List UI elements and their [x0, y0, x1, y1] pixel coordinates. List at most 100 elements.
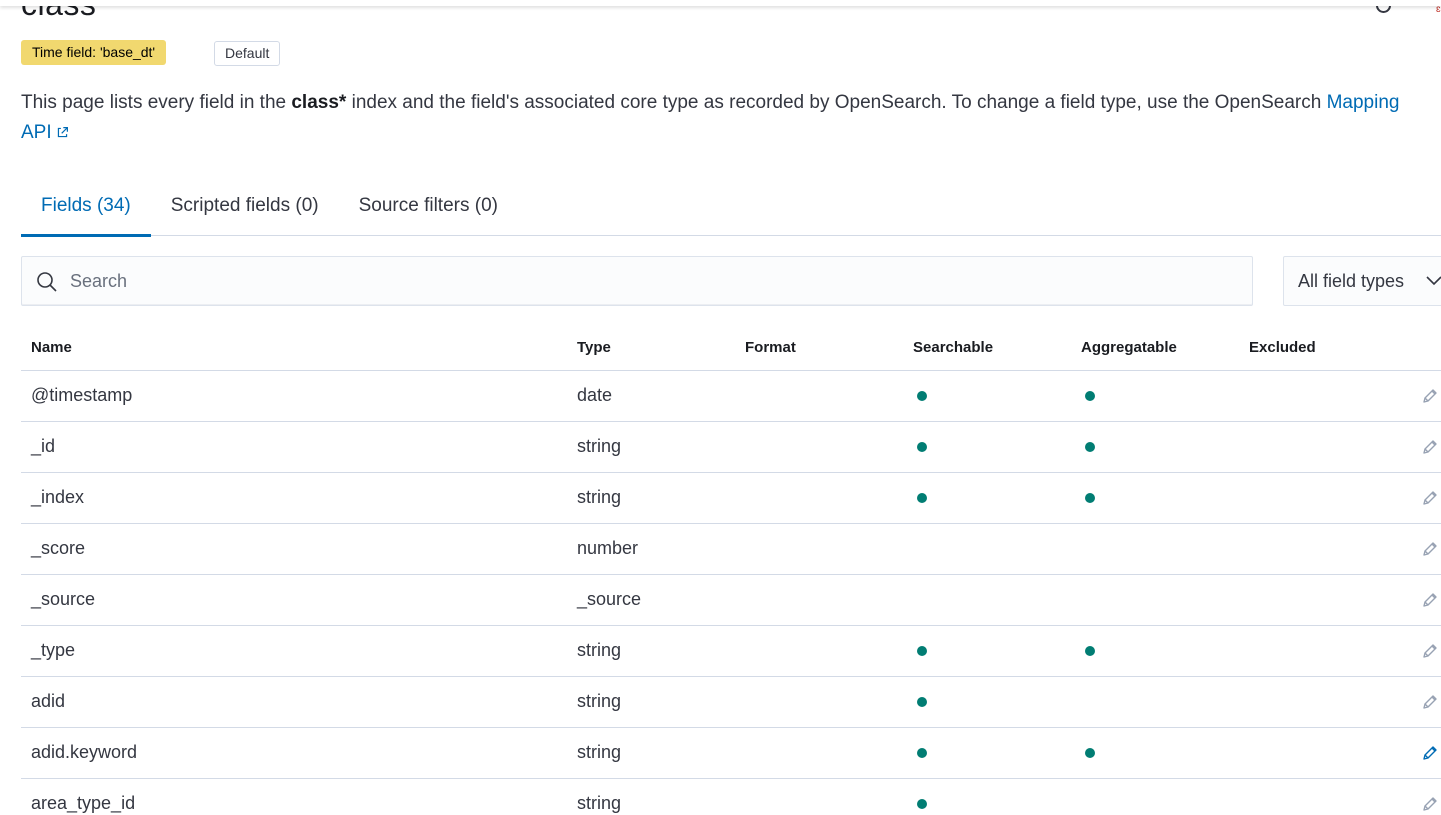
field-searchable: [903, 625, 1071, 677]
field-type: string: [567, 625, 735, 677]
field-name: _type: [21, 625, 567, 677]
field-name: _index: [21, 472, 567, 524]
edit-cell: [1389, 421, 1441, 473]
field-aggregatable: [1071, 370, 1239, 422]
field-format: [735, 778, 903, 815]
field-searchable: [903, 574, 1071, 626]
pencil-icon[interactable]: [1421, 438, 1439, 456]
edit-cell: [1389, 523, 1441, 575]
field-type: string: [567, 472, 735, 524]
field-type: string: [567, 676, 735, 728]
edit-cell: [1389, 778, 1441, 815]
chevron-down-icon: [1426, 276, 1441, 286]
aggregatable-dot-icon: [1085, 442, 1095, 452]
column-header-type[interactable]: Type: [567, 325, 735, 371]
table-header-row: Name Type Format Searchable Aggregatable…: [21, 325, 1441, 371]
page-description: This page lists every field in the class…: [21, 92, 1400, 143]
aggregatable-dot-icon: [1085, 493, 1095, 503]
field-searchable: [903, 370, 1071, 422]
searchable-dot-icon: [917, 697, 927, 707]
column-header-actions: [1389, 325, 1441, 371]
pencil-icon[interactable]: [1421, 795, 1439, 813]
field-excluded: [1239, 370, 1389, 422]
searchable-dot-icon: [917, 799, 927, 809]
table-row: _id string: [21, 421, 1441, 473]
field-aggregatable: [1071, 574, 1239, 626]
field-aggregatable: [1071, 778, 1239, 815]
field-excluded: [1239, 421, 1389, 473]
pencil-icon[interactable]: [1421, 387, 1439, 405]
table-row: adid string: [21, 676, 1441, 728]
field-name: @timestamp: [21, 370, 567, 422]
aggregatable-dot-icon: [1085, 748, 1095, 758]
pencil-icon[interactable]: [1421, 642, 1439, 660]
table-row: @timestamp date: [21, 370, 1441, 422]
field-format: [735, 370, 903, 422]
edit-cell: [1389, 676, 1441, 728]
field-aggregatable: [1071, 472, 1239, 524]
field-excluded: [1239, 574, 1389, 626]
table-row: _index string: [21, 472, 1441, 524]
fields-table: Name Type Format Searchable Aggregatable…: [21, 325, 1441, 815]
searchable-dot-icon: [917, 391, 927, 401]
index-name: class*: [291, 92, 347, 113]
edit-cell: [1389, 727, 1441, 779]
pencil-icon[interactable]: [1421, 591, 1439, 609]
field-aggregatable: [1071, 421, 1239, 473]
field-type-filter[interactable]: All field types: [1283, 256, 1441, 306]
field-format: [735, 676, 903, 728]
search-box: [21, 256, 1253, 306]
tab-scripted-fields[interactable]: Scripted fields (0): [151, 186, 339, 236]
field-type: date: [567, 370, 735, 422]
aggregatable-dot-icon: [1085, 646, 1095, 656]
column-header-excluded[interactable]: Excluded: [1239, 325, 1389, 371]
tab-fields[interactable]: Fields (34): [21, 186, 151, 237]
pencil-icon[interactable]: [1421, 540, 1439, 558]
field-aggregatable: [1071, 727, 1239, 779]
edit-cell: [1389, 625, 1441, 677]
field-name: adid: [21, 676, 567, 728]
field-type: _source: [567, 574, 735, 626]
pencil-icon[interactable]: [1421, 489, 1439, 507]
searchable-dot-icon: [917, 493, 927, 503]
field-searchable: [903, 421, 1071, 473]
field-name: adid.keyword: [21, 727, 567, 779]
field-excluded: [1239, 523, 1389, 575]
search-input[interactable]: [70, 257, 1240, 305]
column-header-name[interactable]: Name: [21, 325, 567, 371]
field-format: [735, 625, 903, 677]
field-searchable: [903, 472, 1071, 524]
aggregatable-dot-icon: [1085, 391, 1095, 401]
top-bar-edge: [0, 0, 1441, 6]
field-aggregatable: [1071, 523, 1239, 575]
field-type-filter-label: All field types: [1298, 271, 1405, 291]
tab-source-filters[interactable]: Source filters (0): [339, 186, 518, 236]
field-format: [735, 574, 903, 626]
field-type: string: [567, 421, 735, 473]
column-header-aggregatable[interactable]: Aggregatable: [1071, 325, 1239, 371]
field-aggregatable: [1071, 676, 1239, 728]
tab-bar: Fields (34) Scripted fields (0) Source fil…: [21, 186, 1441, 237]
field-searchable: [903, 778, 1071, 815]
table-row: _type string: [21, 625, 1441, 677]
column-header-searchable[interactable]: Searchable: [903, 325, 1071, 371]
pencil-icon[interactable]: [1421, 744, 1439, 762]
field-name: _source: [21, 574, 567, 626]
field-excluded: [1239, 727, 1389, 779]
edit-cell: [1389, 472, 1441, 524]
searchable-dot-icon: [917, 646, 927, 656]
field-excluded: [1239, 778, 1389, 815]
field-excluded: [1239, 676, 1389, 728]
time-field-badge: Time field: 'base_dt': [21, 40, 167, 65]
field-searchable: [903, 523, 1071, 575]
field-type: string: [567, 727, 735, 779]
field-aggregatable: [1071, 625, 1239, 677]
search-icon: [37, 272, 57, 292]
searchable-dot-icon: [917, 442, 927, 452]
field-name: _id: [21, 421, 567, 473]
default-badge: Default: [214, 41, 281, 66]
pencil-icon[interactable]: [1421, 693, 1439, 711]
field-type: number: [567, 523, 735, 575]
edit-cell: [1389, 370, 1441, 422]
column-header-format[interactable]: Format: [735, 325, 903, 371]
